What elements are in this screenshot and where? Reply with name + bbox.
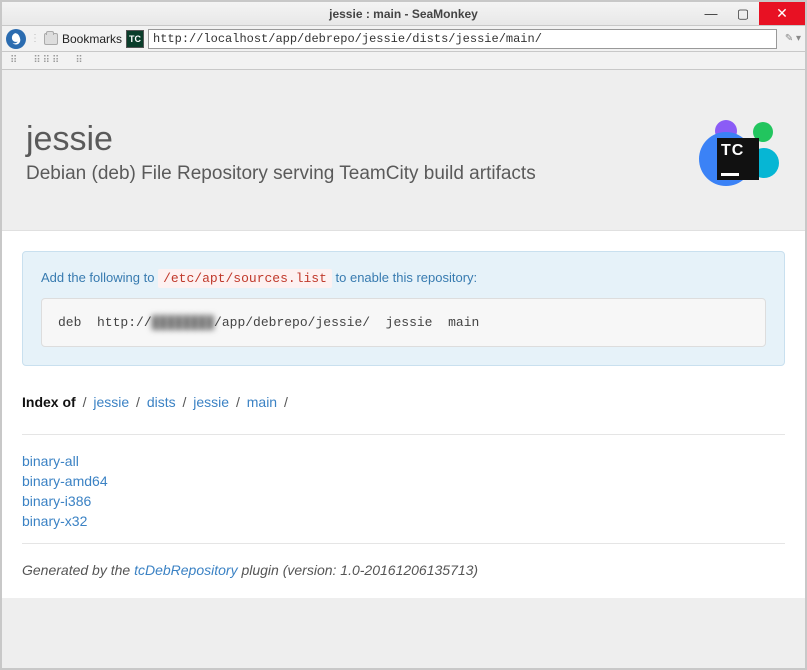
- seamonkey-icon[interactable]: [6, 29, 26, 49]
- titlebar: jessie : main - SeaMonkey — ▢ ✕: [2, 2, 805, 26]
- list-item: binary-all: [22, 453, 785, 469]
- breadcrumb-label: Index of: [22, 394, 76, 410]
- toolbar-handle-icon[interactable]: ⠿⠿⠿: [33, 55, 61, 66]
- breadcrumb-link[interactable]: jessie: [93, 394, 129, 410]
- url-input[interactable]: http://localhost/app/debrepo/jessie/dist…: [148, 29, 777, 49]
- bookmarks-label: Bookmarks: [62, 32, 122, 46]
- secondary-toolbar: ⠿ ⠿⠿⠿ ⠿: [2, 52, 805, 70]
- info-pretext: Add the following to: [41, 270, 158, 285]
- footer-text: Generated by the tcDebRepository plugin …: [22, 562, 785, 578]
- maximize-button[interactable]: ▢: [727, 2, 759, 25]
- teamcity-logo: TC: [695, 120, 781, 196]
- page-viewport[interactable]: jessie Debian (deb) File Repository serv…: [2, 70, 805, 668]
- browser-window: jessie : main - SeaMonkey — ▢ ✕ ⋮ Bookma…: [0, 0, 807, 670]
- page-subtitle: Debian (deb) File Repository serving Tea…: [26, 163, 536, 185]
- breadcrumb-link[interactable]: main: [247, 394, 277, 410]
- close-button[interactable]: ✕: [759, 2, 805, 25]
- url-actions[interactable]: ✎ ▾: [781, 33, 801, 44]
- divider: [22, 434, 785, 435]
- footer-post: plugin (version: 1.0-20161206135713): [238, 562, 479, 578]
- deb-host-redacted: ████████: [152, 315, 214, 330]
- page-title: jessie: [26, 120, 536, 159]
- divider: [22, 543, 785, 544]
- page-body: Add the following to /etc/apt/sources.li…: [2, 230, 805, 598]
- info-posttext: to enable this repository:: [332, 270, 477, 285]
- deb-suffix: /app/debrepo/jessie/ jessie main: [214, 315, 479, 330]
- breadcrumb: Index of / jessie / dists / jessie / mai…: [22, 394, 785, 410]
- directory-listing: binary-all binary-amd64 binary-i386 bina…: [22, 453, 785, 529]
- bookmarks-button[interactable]: Bookmarks: [44, 32, 122, 46]
- footer-pre: Generated by the: [22, 562, 134, 578]
- site-favicon: TC: [126, 30, 144, 48]
- directory-link[interactable]: binary-i386: [22, 493, 91, 509]
- navigation-toolbar: ⋮ Bookmarks TC http://localhost/app/debr…: [2, 26, 805, 52]
- list-item: binary-amd64: [22, 473, 785, 489]
- toolbar-handle-icon[interactable]: ⠿: [75, 55, 84, 66]
- breadcrumb-link[interactable]: jessie: [193, 394, 229, 410]
- window-controls: — ▢ ✕: [695, 2, 805, 25]
- list-item: binary-i386: [22, 493, 785, 509]
- directory-link[interactable]: binary-amd64: [22, 473, 108, 489]
- breadcrumb-link[interactable]: dists: [147, 394, 176, 410]
- separator: ⋮: [30, 33, 40, 44]
- list-item: binary-x32: [22, 513, 785, 529]
- directory-link[interactable]: binary-all: [22, 453, 79, 469]
- deb-prefix: deb http://: [58, 315, 152, 330]
- directory-link[interactable]: binary-x32: [22, 513, 87, 529]
- plugin-link[interactable]: tcDebRepository: [134, 562, 238, 578]
- window-title: jessie : main - SeaMonkey: [2, 7, 805, 21]
- minimize-button[interactable]: —: [695, 2, 727, 25]
- toolbar-handle-icon[interactable]: ⠿: [10, 55, 19, 66]
- url-text: http://localhost/app/debrepo/jessie/dist…: [153, 32, 542, 46]
- folder-icon: [44, 33, 58, 45]
- deb-line-code[interactable]: deb http://████████/app/debrepo/jessie/ …: [41, 298, 766, 347]
- repo-info-box: Add the following to /etc/apt/sources.li…: [22, 251, 785, 366]
- page-header: jessie Debian (deb) File Repository serv…: [2, 70, 805, 230]
- title-block: jessie Debian (deb) File Repository serv…: [26, 120, 536, 185]
- repo-info-text: Add the following to /etc/apt/sources.li…: [41, 270, 766, 286]
- sources-list-path: /etc/apt/sources.list: [158, 269, 332, 288]
